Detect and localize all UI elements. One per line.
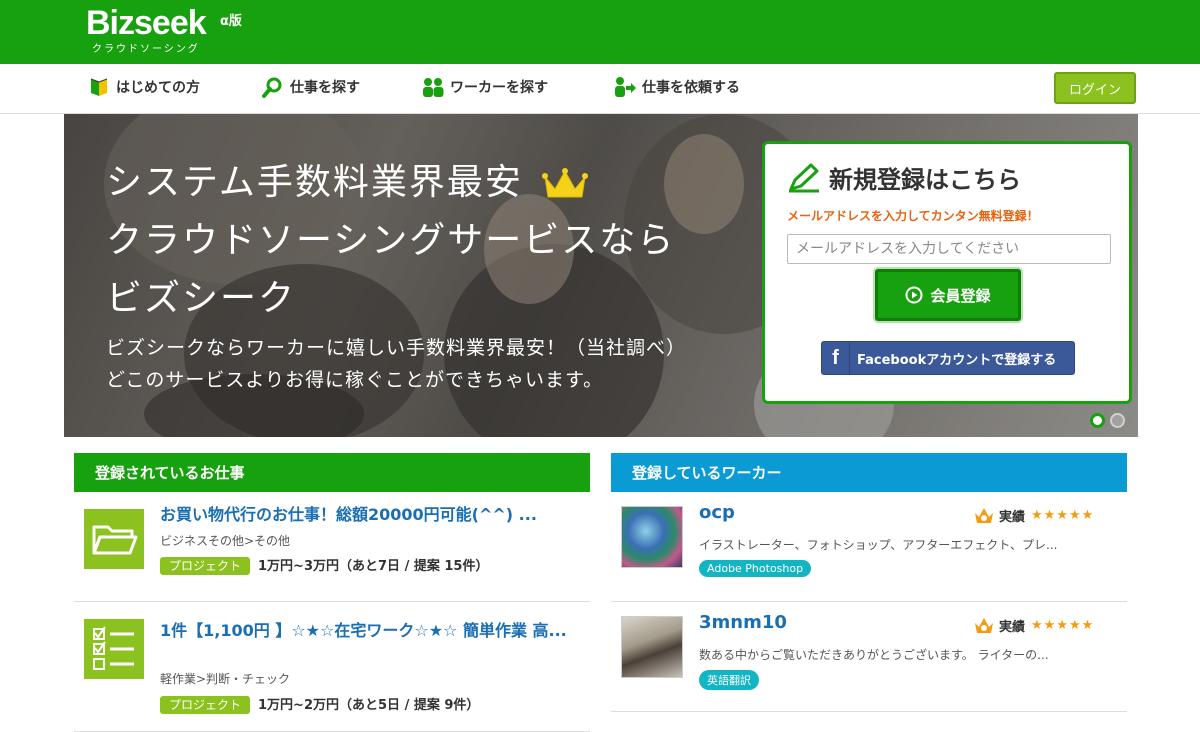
hero-subtext: ビズシークならワーカーに嬉しい手数料業界最安！（当社調べ） どこのサービスよりお… <box>106 332 686 396</box>
project-type-badge: プロジェクト <box>160 557 251 575</box>
hero-headline: システム手数料業界最安 クラウドソーシングサービスなら ビズシーク <box>106 154 675 328</box>
achievement-badge-icon <box>975 508 993 523</box>
facebook-signup-label: Facebookアカウントで登録する <box>857 352 1057 368</box>
job-category: 軽作業>判断・チェック <box>160 672 291 686</box>
login-button[interactable]: ログイン <box>1054 72 1136 104</box>
project-type-badge: プロジェクト <box>160 696 251 714</box>
job-budget: 1万円~3万円（あと7日 / 提案 15件） <box>258 559 489 574</box>
job-title-link[interactable]: お買い物代行のお仕事！総額20000円可能(^^) ... <box>160 504 580 526</box>
jobs-section: 登録されているお仕事 お買い物代行のお仕事！総額20000円可能(^^) ...… <box>74 453 590 732</box>
logo-wordmark: Bizseek <box>86 4 207 42</box>
request-icon <box>615 77 636 97</box>
crown-icon <box>542 168 589 198</box>
folder-icon <box>84 509 144 569</box>
beginner-mark-icon <box>90 78 108 96</box>
carousel-dot-1[interactable] <box>1090 413 1105 428</box>
star-rating: ★★★★★ <box>1031 507 1095 523</box>
job-meta: プロジェクト 1万円~2万円（あと5日 / 提案 9件） <box>160 694 480 714</box>
worker-avatar[interactable] <box>621 616 683 678</box>
job-title-link[interactable]: 1件【1,100円 】☆★☆在宅ワーク☆★☆ 簡単作業 高... <box>160 620 580 642</box>
job-list-item[interactable]: お買い物代行のお仕事！総額20000円可能(^^) ... ビジネスその他>その… <box>74 492 590 602</box>
star-rating: ★★★★★ <box>1031 617 1095 633</box>
signup-title-text: 新規登録はこちら <box>829 166 1021 194</box>
hero-subtext-line-1: ビズシークならワーカーに嬉しい手数料業界最安！（当社調べ） <box>106 337 687 359</box>
worker-avatar[interactable] <box>621 506 683 568</box>
email-field[interactable] <box>787 234 1111 264</box>
facebook-icon: f <box>822 341 850 375</box>
nav-label: 仕事を探す <box>290 80 360 96</box>
worker-description: 数ある中からご覧いただきありがとうございます。 ライターの... <box>699 648 1049 662</box>
register-button[interactable]: 会員登録 <box>875 269 1021 321</box>
worker-list-item[interactable]: ocp 実績 ★★★★★ イラストレーター、フォトショップ、アフターエフェクト、… <box>611 492 1127 602</box>
worker-description: イラストレーター、フォトショップ、アフターエフェクト、プレ... <box>699 538 1058 552</box>
job-category: ビジネスその他>その他 <box>160 534 291 548</box>
job-list-item[interactable]: 1件【1,100円 】☆★☆在宅ワーク☆★☆ 簡単作業 高... 軽作業>判断・… <box>74 602 590 732</box>
signup-title: 新規登録はこちら <box>787 160 1021 195</box>
worker-record-label: 実績 <box>999 619 1026 635</box>
skill-tag[interactable]: Adobe Photoshop <box>699 560 812 577</box>
register-button-label: 会員登録 <box>930 286 991 305</box>
nav-label: ワーカーを探す <box>450 80 548 96</box>
carousel-dot-2[interactable] <box>1110 413 1125 428</box>
checklist-icon <box>84 619 144 679</box>
nav-item-beginners[interactable]: はじめての方 <box>88 76 200 98</box>
logo-version-badge: α版 <box>220 14 242 29</box>
worker-name-link[interactable]: ocp <box>699 502 735 523</box>
worker-record: 実績 ★★★★★ <box>973 505 1094 525</box>
nav-item-post-job[interactable]: 仕事を依頼する <box>614 76 740 98</box>
worker-record-label: 実績 <box>999 509 1026 525</box>
hero-headline-line-2: クラウドソーシングサービスなら <box>106 220 676 261</box>
skill-tag[interactable]: 英語翻訳 <box>699 670 759 690</box>
site-header: Bizseek α版 クラウドソーシング <box>0 0 1200 64</box>
logo-tagline: クラウドソーシング <box>92 44 200 55</box>
people-icon <box>423 78 444 97</box>
hero-headline-line-1: システム手数料業界最安 <box>106 162 523 203</box>
hero-headline-line-3: ビズシーク <box>106 278 297 319</box>
play-circle-icon <box>905 286 923 304</box>
hero-banner: システム手数料業界最安 クラウドソーシングサービスなら ビズシーク ビズシークな… <box>0 114 1200 437</box>
hero-subtext-line-2: どこのサービスよりお得に稼ぐことができちゃいます。 <box>106 369 604 391</box>
worker-record: 実績 ★★★★★ <box>973 615 1094 635</box>
worker-name-link[interactable]: 3mnm10 <box>699 612 787 633</box>
jobs-heading: 登録されているお仕事 <box>74 453 590 492</box>
signup-note: メールアドレスを入力してカンタン無料登録！ <box>787 209 1039 223</box>
job-meta: プロジェクト 1万円~3万円（あと7日 / 提案 15件） <box>160 555 489 575</box>
carousel-dots <box>1090 413 1125 428</box>
nav-label: はじめての方 <box>116 80 200 96</box>
nav-label: 仕事を依頼する <box>642 80 740 96</box>
nav-item-find-jobs[interactable]: 仕事を探す <box>262 76 360 98</box>
worker-list-item[interactable]: 3mnm10 実績 ★★★★★ 数ある中からご覧いただきありがとうございます。 … <box>611 602 1127 712</box>
site-logo[interactable]: Bizseek α版 クラウドソーシング <box>86 4 242 55</box>
signup-panel: 新規登録はこちら メールアドレスを入力してカンタン無料登録！ 会員登録 f Fa… <box>762 141 1132 404</box>
workers-section: 登録しているワーカー ocp 実績 ★★★★★ イラストレーター、フォトショップ… <box>611 453 1127 712</box>
search-icon <box>262 77 282 98</box>
main-nav: はじめての方 仕事を探す ワーカーを探す 仕事を依頼する ログイン <box>0 64 1200 114</box>
achievement-badge-icon <box>975 618 993 633</box>
job-budget: 1万円~2万円（あと5日 / 提案 9件） <box>258 698 480 713</box>
pencil-icon <box>789 163 819 192</box>
workers-heading: 登録しているワーカー <box>611 453 1127 492</box>
facebook-signup-button[interactable]: f Facebookアカウントで登録する <box>821 341 1075 375</box>
nav-item-find-workers[interactable]: ワーカーを探す <box>422 76 548 98</box>
